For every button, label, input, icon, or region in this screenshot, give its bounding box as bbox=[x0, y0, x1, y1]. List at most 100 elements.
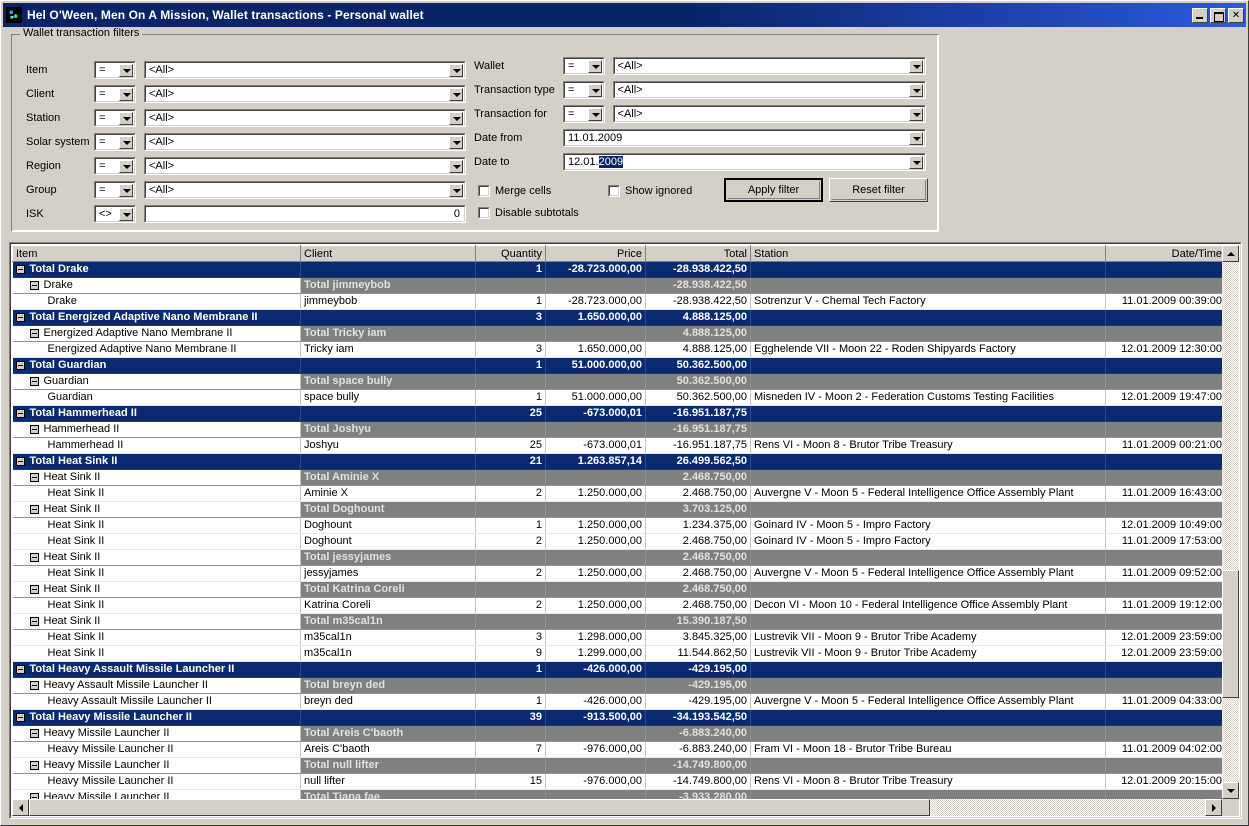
table-row[interactable]: Energized Adaptive Nano Membrane II Total… bbox=[12, 325, 1222, 342]
table-row[interactable]: Heat Sink II Total Doghount 3.703.125,00 bbox=[12, 501, 1222, 518]
collapse-icon[interactable] bbox=[29, 425, 39, 434]
vertical-scroll-thumb[interactable] bbox=[1222, 570, 1239, 698]
chevron-down-icon[interactable] bbox=[587, 108, 602, 121]
date-from-input[interactable]: 11.01.2009 bbox=[568, 131, 906, 145]
chevron-down-icon[interactable] bbox=[119, 184, 133, 197]
table-row[interactable]: Hammerhead II Total Joshyu -16.951.187,75 bbox=[12, 421, 1222, 438]
filter-value-isk[interactable]: 0 bbox=[144, 205, 466, 223]
table-row[interactable]: Total Guardian 1 51.000.000,00 50.362.500,0… bbox=[12, 357, 1222, 374]
table-row[interactable]: Total Heat Sink II 21 1.263.857,14 26.499.5… bbox=[12, 453, 1222, 470]
checkbox-show-ignored[interactable]: Show ignored bbox=[608, 185, 692, 197]
table-row[interactable]: Heat Sink II Doghount 1 1.250.000,00 1.234.3… bbox=[12, 517, 1222, 534]
checkbox-show-ignored-box[interactable] bbox=[608, 185, 620, 197]
collapse-icon[interactable] bbox=[29, 617, 39, 626]
chevron-down-icon[interactable] bbox=[119, 160, 133, 173]
collapse-icon[interactable] bbox=[29, 585, 39, 594]
collapse-icon[interactable] bbox=[29, 505, 39, 514]
filter-value-date-to[interactable]: 12.01.2009 bbox=[563, 153, 926, 171]
filter-value-region[interactable]: <All> bbox=[144, 157, 466, 175]
chevron-down-icon[interactable] bbox=[449, 160, 463, 173]
table-row[interactable]: Total Energized Adaptive Nano Membrane I… bbox=[12, 309, 1222, 326]
table-row[interactable]: Heat Sink II Doghount 2 1.250.000,00 2.468.7… bbox=[12, 533, 1222, 550]
filter-op-solar-system[interactable]: = bbox=[94, 133, 136, 151]
collapse-icon[interactable] bbox=[29, 473, 39, 482]
collapse-icon[interactable] bbox=[29, 761, 39, 770]
chevron-down-icon[interactable] bbox=[587, 60, 602, 73]
scroll-right-button[interactable] bbox=[1205, 799, 1222, 816]
table-row[interactable]: Total Drake 1 -28.723.000,00 -28.938.422,50 bbox=[12, 261, 1222, 278]
reset-filter-button[interactable]: Reset filter bbox=[829, 178, 928, 202]
filter-value-station[interactable]: <All> bbox=[144, 109, 466, 127]
calendar-chevron-down-icon[interactable] bbox=[909, 156, 923, 169]
column-header-quantity[interactable]: Quantity bbox=[475, 245, 546, 262]
horizontal-scrollbar[interactable] bbox=[12, 799, 1222, 816]
filter-op-group[interactable]: = bbox=[94, 181, 136, 199]
chevron-down-icon[interactable] bbox=[119, 208, 133, 221]
chevron-down-icon[interactable] bbox=[119, 64, 133, 77]
chevron-down-icon[interactable] bbox=[449, 64, 463, 77]
collapse-icon[interactable] bbox=[15, 313, 25, 322]
collapse-icon[interactable] bbox=[15, 361, 25, 370]
filter-op-isk[interactable]: <> bbox=[94, 205, 136, 223]
filter-value-wallet[interactable]: <All> bbox=[612, 57, 926, 75]
chevron-down-icon[interactable] bbox=[119, 136, 133, 149]
table-row[interactable]: Heavy Assault Missile Launcher II Total b… bbox=[12, 677, 1222, 694]
table-row[interactable]: Heat Sink II jessyjames 2 1.250.000,00 2.468… bbox=[12, 565, 1222, 582]
chevron-down-icon[interactable] bbox=[449, 112, 463, 125]
chevron-down-icon[interactable] bbox=[908, 108, 923, 121]
table-row[interactable]: Heavy Missile Launcher II Total Areis C'b… bbox=[12, 725, 1222, 742]
scroll-down-button[interactable] bbox=[1222, 782, 1239, 799]
vertical-scroll-track[interactable] bbox=[1222, 262, 1239, 782]
table-row[interactable]: Heat Sink II Katrina Coreli 2 1.250.000,00 2… bbox=[12, 597, 1222, 614]
filter-value-date-from[interactable]: 11.01.2009 bbox=[563, 129, 926, 147]
collapse-icon[interactable] bbox=[29, 681, 39, 690]
table-row[interactable]: Heat Sink II Aminie X 2 1.250.000,00 2.468.7… bbox=[12, 485, 1222, 502]
table-row[interactable]: Heat Sink II m35cal1n 3 1.298.000,00 3.845.3… bbox=[12, 629, 1222, 646]
filter-value-group[interactable]: <All> bbox=[144, 181, 466, 199]
filter-value-transaction-for[interactable]: <All> bbox=[612, 105, 926, 123]
collapse-icon[interactable] bbox=[15, 665, 25, 674]
table-row[interactable]: Hammerhead II Joshyu 25 -673.000,01 -16.951.… bbox=[12, 437, 1222, 454]
filter-op-wallet[interactable]: = bbox=[562, 57, 605, 75]
collapse-icon[interactable] bbox=[29, 729, 39, 738]
table-row[interactable]: Heavy Missile Launcher II Total Tiana fae… bbox=[12, 789, 1222, 799]
collapse-icon[interactable] bbox=[15, 409, 25, 418]
collapse-icon[interactable] bbox=[15, 713, 25, 722]
chevron-down-icon[interactable] bbox=[449, 88, 463, 101]
filter-op-region[interactable]: = bbox=[94, 157, 136, 175]
chevron-down-icon[interactable] bbox=[449, 136, 463, 149]
filter-op-client[interactable]: = bbox=[94, 85, 136, 103]
column-header-client[interactable]: Client bbox=[300, 245, 476, 262]
collapse-icon[interactable] bbox=[29, 553, 39, 562]
table-row[interactable]: Heavy Assault Missile Launcher II breyn d… bbox=[12, 693, 1222, 710]
table-row[interactable]: Heat Sink II m35cal1n 9 1.299.000,00 11.544.… bbox=[12, 645, 1222, 662]
checkbox-disable-subtotals-box[interactable] bbox=[478, 207, 490, 219]
vertical-scrollbar[interactable] bbox=[1222, 245, 1239, 799]
table-row[interactable]: Heat Sink II Total jessyjames 2.468.750,00 bbox=[12, 549, 1222, 566]
collapse-icon[interactable] bbox=[15, 265, 25, 274]
table-row[interactable]: Guardian space bully 1 51.000.000,00 50.362.… bbox=[12, 389, 1222, 406]
checkbox-merge-cells[interactable]: Merge cells bbox=[478, 185, 551, 197]
collapse-icon[interactable] bbox=[15, 457, 25, 466]
close-button[interactable]: ✕ bbox=[1228, 7, 1244, 23]
filter-op-transaction-for[interactable]: = bbox=[562, 105, 605, 123]
collapse-icon[interactable] bbox=[29, 377, 39, 386]
column-header-item[interactable]: Item bbox=[12, 245, 301, 262]
date-to-input[interactable]: 12.01.2009 bbox=[568, 155, 906, 169]
minimize-button[interactable] bbox=[1192, 7, 1208, 23]
chevron-down-icon[interactable] bbox=[908, 60, 923, 73]
table-row[interactable]: Total Hammerhead II 25 -673.000,01 -16.951.… bbox=[12, 405, 1222, 422]
horizontal-scroll-thumb[interactable] bbox=[29, 799, 930, 816]
filter-value-client[interactable]: <All> bbox=[144, 85, 466, 103]
column-header-station[interactable]: Station bbox=[750, 245, 1106, 262]
table-row[interactable]: Heat Sink II Total m35cal1n 15.390.187,50 bbox=[12, 613, 1222, 630]
maximize-button[interactable] bbox=[1210, 7, 1226, 23]
table-row[interactable]: Heavy Missile Launcher II Areis C'baoth 7-… bbox=[12, 741, 1222, 758]
column-header-total[interactable]: Total bbox=[645, 245, 751, 262]
calendar-chevron-down-icon[interactable] bbox=[909, 132, 923, 145]
checkbox-disable-subtotals[interactable]: Disable subtotals bbox=[478, 207, 579, 219]
table-row[interactable]: Heavy Missile Launcher II Total null lift… bbox=[12, 757, 1222, 774]
filter-value-transaction-type[interactable]: <All> bbox=[612, 81, 926, 99]
filter-op-item[interactable]: = bbox=[94, 61, 136, 79]
table-row[interactable]: Heavy Missile Launcher II null lifter 15 -9… bbox=[12, 773, 1222, 790]
